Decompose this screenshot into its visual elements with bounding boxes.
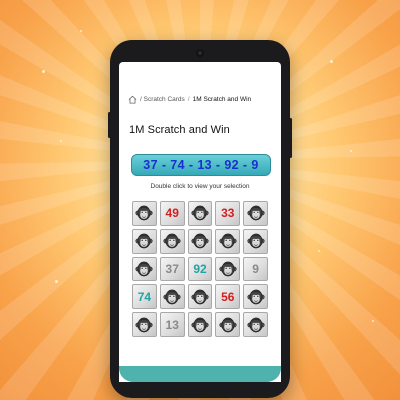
monkey-icon: [219, 317, 237, 332]
monkey-icon: [163, 289, 181, 305]
scratch-cell-covered[interactable]: [243, 201, 268, 226]
monkey-icon: [247, 206, 265, 221]
bottom-bar: [119, 366, 281, 382]
monkey-icon: [191, 206, 209, 221]
scratch-cell-covered[interactable]: [243, 284, 268, 310]
scratch-cell-covered[interactable]: [215, 312, 241, 337]
monkey-icon: [135, 233, 153, 249]
scratch-cell-covered[interactable]: [243, 228, 268, 254]
scratch-cell-covered[interactable]: [159, 228, 185, 254]
sparkle: [372, 320, 374, 322]
scratch-grid: 49 33 37 92 9 74 56 13: [132, 201, 268, 337]
breadcrumb: / Scratch Cards / 1M Scratch and Win: [128, 93, 251, 105]
sparkle: [60, 140, 62, 142]
monkey-icon: [247, 233, 265, 249]
monkey-icon: [219, 233, 237, 249]
sparkle: [330, 60, 333, 63]
monkey-icon: [135, 261, 153, 277]
scratch-cell-covered[interactable]: [215, 228, 241, 254]
scratch-cell-covered[interactable]: [215, 256, 241, 282]
sparkle: [350, 150, 352, 152]
sparkle: [55, 280, 58, 283]
scratch-cell-number[interactable]: 9: [243, 256, 268, 282]
scratch-cell-covered[interactable]: [187, 312, 213, 337]
monkey-icon: [163, 233, 181, 249]
breadcrumb-current: 1M Scratch and Win: [192, 95, 252, 103]
scratch-cell-covered[interactable]: [187, 201, 213, 226]
monkey-icon: [191, 317, 209, 332]
breadcrumb-scratch-cards[interactable]: / Scratch Cards: [140, 96, 185, 103]
scratch-cell-number[interactable]: 13: [159, 312, 185, 337]
breadcrumb-separator: /: [187, 95, 190, 103]
scratch-cell-covered[interactable]: [132, 256, 157, 282]
monkey-icon: [219, 261, 237, 277]
monkey-icon: [247, 317, 265, 332]
scratch-cell-covered[interactable]: [187, 284, 213, 310]
camera-icon: [196, 49, 204, 57]
scratch-cell-number[interactable]: 56: [215, 284, 241, 310]
selection-numbers[interactable]: 37 - 74 - 13 - 92 - 9: [131, 154, 271, 176]
scratch-cell-number[interactable]: 33: [215, 201, 241, 226]
sparkle: [42, 70, 45, 73]
scratch-cell-number[interactable]: 37: [159, 256, 185, 282]
sparkle: [318, 250, 320, 252]
hint-text: Double click to view your selection: [150, 183, 250, 190]
phone-side-button: [289, 118, 292, 158]
scratch-cell-number[interactable]: 74: [132, 284, 157, 310]
scratch-cell-covered[interactable]: [159, 284, 185, 310]
monkey-icon: [191, 233, 209, 249]
scratch-cell-covered[interactable]: [132, 312, 157, 337]
scratch-cell-number[interactable]: 92: [187, 256, 213, 282]
scratch-cell-covered[interactable]: [243, 312, 268, 337]
page-title: 1M Scratch and Win: [129, 124, 230, 136]
phone-side-button: [108, 112, 111, 138]
monkey-icon: [191, 289, 209, 305]
sparkle: [80, 30, 82, 32]
monkey-icon: [135, 206, 153, 221]
home-icon[interactable]: [128, 95, 137, 104]
scratch-cell-covered[interactable]: [132, 201, 157, 226]
scratch-cell-covered[interactable]: [132, 228, 157, 254]
scratch-cell-covered[interactable]: [187, 228, 213, 254]
scratch-cell-number[interactable]: 49: [159, 201, 185, 226]
monkey-icon: [247, 289, 265, 305]
monkey-icon: [135, 317, 153, 332]
